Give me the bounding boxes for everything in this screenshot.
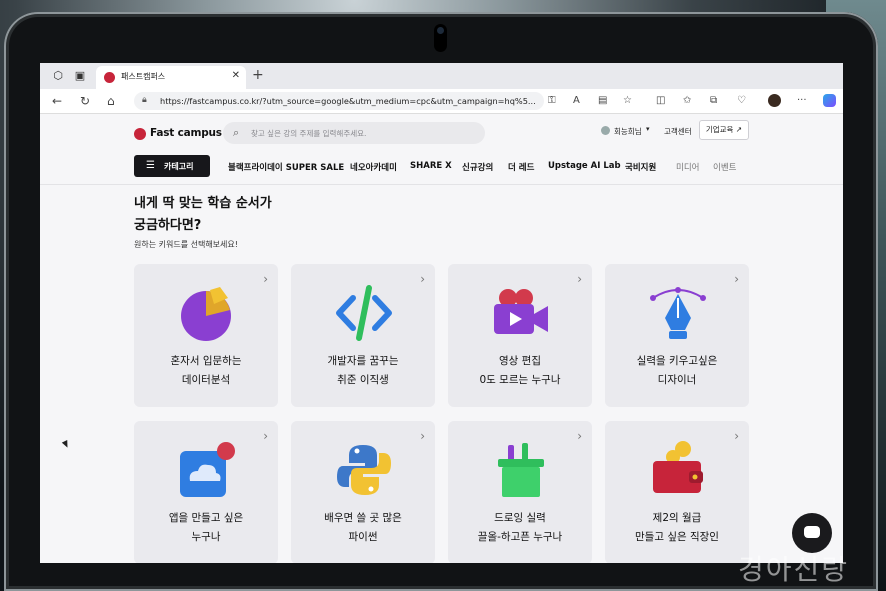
back-icon[interactable]: ← — [52, 94, 62, 108]
watermark: 경아신랑 — [738, 553, 850, 586]
pen-tool-icon — [650, 287, 706, 339]
card-python[interactable]: › 배우면 쓸 곳 많은 파이썬 — [291, 421, 435, 563]
card-line2: 끌올-하고픈 누구나 — [477, 531, 563, 543]
chevron-right-icon: › — [577, 429, 582, 443]
video-camera-icon — [494, 289, 548, 334]
chat-button[interactable] — [792, 513, 832, 553]
favorite-star-icon[interactable]: ☆ — [623, 94, 632, 108]
menu-item-gov[interactable]: 국비지원 — [625, 161, 656, 173]
menu-item-upstage[interactable]: Upstage AI Lab — [548, 161, 621, 171]
card-line1: 혼자서 입문하는 — [170, 355, 242, 367]
paint-bucket-icon — [498, 443, 544, 497]
read-aloud-icon[interactable]: A — [573, 94, 580, 108]
card-line1: 배우면 쓸 곳 많은 — [324, 512, 402, 524]
cloud-app-icon — [180, 442, 235, 497]
chevron-right-icon: › — [420, 272, 425, 286]
key-icon[interactable]: ⚿ — [548, 94, 556, 108]
fastcampus-favicon-icon — [104, 72, 115, 83]
search-icon: ⌕ — [233, 126, 240, 139]
collections-icon[interactable]: ⧉ — [710, 94, 717, 108]
browser-essentials-icon[interactable]: ♡ — [737, 94, 746, 108]
python-icon — [337, 445, 391, 495]
menu-item-new[interactable]: 신규강의 — [462, 161, 493, 173]
card-line1: 드로잉 실력 — [494, 512, 546, 524]
chevron-right-icon: › — [734, 429, 739, 443]
chevron-right-icon: › — [577, 272, 582, 286]
customer-center-link[interactable]: 고객센터 — [664, 126, 692, 137]
card-line2: 데이터분석 — [181, 374, 231, 386]
refresh-icon[interactable]: ↻ — [80, 94, 90, 108]
card-line1: 개발자를 꿈꾸는 — [327, 355, 399, 367]
card-line2: 누구나 — [191, 531, 221, 543]
user-menu[interactable]: 회능희님 — [614, 126, 642, 137]
more-icon[interactable]: ··· — [797, 94, 807, 108]
logo-text[interactable]: Fast campus — [150, 127, 222, 139]
chat-bubble-icon — [804, 526, 820, 538]
fastcampus-logo-icon[interactable] — [134, 128, 146, 140]
tab-title: 패스트캠퍼스 — [121, 72, 166, 81]
chevron-right-icon: › — [734, 272, 739, 286]
webcam — [434, 24, 447, 52]
menu-item-media[interactable]: 미디어 — [676, 161, 699, 173]
card-line1: 제2의 월급 — [652, 512, 702, 524]
chevron-right-icon: › — [263, 429, 268, 443]
chevron-right-icon: › — [420, 429, 425, 443]
hero-title-line2: 궁금하다면? — [134, 218, 202, 233]
search-input[interactable]: ⌕ 찾고 싶은 강의 주제를 입력해주세요. — [223, 122, 485, 144]
header-divider — [40, 184, 843, 185]
wallet-icon — [653, 441, 703, 493]
business-edu-button[interactable]: 기업교육 ↗ — [699, 120, 749, 140]
menu-item-event[interactable]: 이벤트 — [713, 161, 736, 173]
card-line2: 취준 이직생 — [337, 374, 389, 386]
search-placeholder: 찾고 싶은 강의 주제를 입력해주세요. — [251, 129, 367, 138]
new-tab-button[interactable]: + — [252, 67, 264, 83]
hero-title-line1: 내게 딱 맞는 학습 순서가 — [134, 196, 272, 211]
lock-icon: 🔒︎ — [142, 95, 147, 105]
workspaces-icon[interactable]: ⬡ — [52, 70, 64, 82]
card-app[interactable]: › 앱을 만들고 싶은 누구나 — [134, 421, 278, 563]
menu-item-blackfriday[interactable]: 블랙프라이데이 SUPER SALE — [228, 161, 344, 173]
card-line1: 앱을 만들고 싶은 — [168, 512, 244, 524]
tab-actions-icon[interactable]: ▣ — [74, 70, 86, 82]
home-icon[interactable]: ⌂ — [107, 94, 115, 108]
card-data-analysis[interactable]: › 혼자서 입문하는 데이터분석 — [134, 264, 278, 407]
menu-item-neoacademy[interactable]: 네오아카데미 — [350, 161, 397, 173]
hero-subtitle: 원하는 키워드를 선택해보세요! — [134, 240, 238, 249]
pie-chart-icon — [181, 287, 231, 341]
immersive-reader-icon[interactable]: ▤ — [598, 94, 607, 108]
card-line2: 0도 모르는 누구나 — [479, 374, 561, 386]
laptop-screen: ⬡ ▣ 패스트캠퍼스 ✕ + ← ↻ ⌂ 🔒︎ https://fastcamp… — [40, 63, 843, 563]
address-bar[interactable]: 🔒︎ https://fastcampus.co.kr/?utm_source=… — [134, 92, 544, 110]
profile-avatar[interactable] — [768, 94, 781, 107]
chevron-right-icon: › — [263, 272, 268, 286]
tab-fastcampus[interactable]: 패스트캠퍼스 ✕ — [96, 66, 246, 89]
category-button[interactable]: ☰ 카테고리 — [134, 155, 210, 177]
code-brackets-icon — [336, 285, 392, 341]
favorites-icon[interactable]: ✩ — [683, 94, 691, 108]
hamburger-icon: ☰ — [146, 160, 155, 171]
browser-toolbar: ← ↻ ⌂ 🔒︎ https://fastcampus.co.kr/?utm_s… — [40, 89, 843, 114]
split-screen-icon[interactable]: ◫ — [656, 94, 665, 108]
card-video-edit[interactable]: › 영상 편집 0도 모르는 누구나 — [448, 264, 592, 407]
copilot-icon[interactable] — [823, 94, 836, 107]
user-icon — [601, 126, 610, 135]
card-developer[interactable]: › 개발자를 꿈꾸는 취준 이직생 — [291, 264, 435, 407]
card-side-income[interactable]: › 제2의 월급 만들고 싶은 직장인 — [605, 421, 749, 563]
tab-close-icon[interactable]: ✕ — [232, 70, 240, 81]
card-line2: 만들고 싶은 직장인 — [635, 531, 719, 543]
fastcampus-page: Fast campus ⌕ 찾고 싶은 강의 주제를 입력해주세요. 회능희님 … — [40, 114, 843, 563]
card-designer[interactable]: › 실력을 키우고싶은 디자이너 — [605, 264, 749, 407]
category-label: 카테고리 — [164, 162, 194, 171]
card-drawing[interactable]: › 드로잉 실력 끌올-하고픈 누구나 — [448, 421, 592, 563]
menu-item-sharex[interactable]: SHARE X — [410, 161, 452, 171]
chevron-down-icon[interactable]: ▾ — [646, 125, 650, 133]
menu-item-thered[interactable]: 더 레드 — [508, 161, 534, 173]
card-line1: 영상 편집 — [499, 355, 541, 367]
card-line2: 파이썬 — [348, 531, 378, 543]
card-line2: 디자이너 — [657, 374, 697, 386]
browser-tab-strip: ⬡ ▣ 패스트캠퍼스 ✕ + — [40, 63, 843, 89]
card-line1: 실력을 키우고싶은 — [636, 355, 718, 367]
url-text: https://fastcampus.co.kr/?utm_source=goo… — [160, 96, 536, 106]
